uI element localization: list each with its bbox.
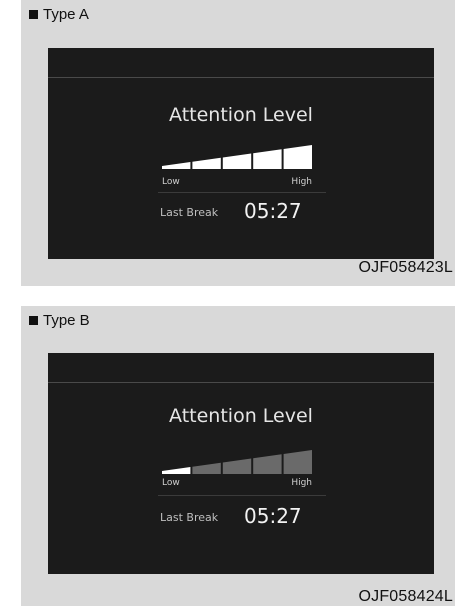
attention-level-segment bbox=[222, 458, 252, 474]
attention-level-bar bbox=[162, 450, 312, 474]
figure-code: OJF058424L bbox=[358, 588, 453, 605]
last-break-time: 05:27 bbox=[244, 504, 302, 528]
display-divider bbox=[158, 192, 326, 193]
attention-level-segment bbox=[162, 162, 191, 169]
panel-separator bbox=[21, 286, 455, 306]
attention-level-segment bbox=[283, 450, 312, 474]
attention-level-segment bbox=[192, 462, 221, 474]
attention-level-segment bbox=[192, 157, 221, 169]
attention-level-title: Attention Level bbox=[169, 104, 313, 126]
last-break-label: Last Break bbox=[160, 511, 219, 524]
attention-level-segment bbox=[162, 467, 191, 474]
low-label: Low bbox=[162, 478, 180, 488]
last-break-time: 05:27 bbox=[244, 199, 302, 223]
attention-level-segment bbox=[283, 145, 312, 169]
attention-level-segment bbox=[253, 454, 282, 474]
type-b-panel: Type B Attention Level Low High Last Bre… bbox=[21, 306, 455, 606]
high-label: High bbox=[291, 177, 312, 187]
attention-level-title: Attention Level bbox=[169, 405, 313, 427]
attention-level-segment bbox=[253, 149, 282, 169]
figure-code: OJF058423L bbox=[358, 259, 453, 276]
type-a-panel: Type A Attention Level Low High Last Bre… bbox=[21, 0, 455, 286]
last-break-row: Last Break 05:27 bbox=[160, 504, 330, 528]
high-label: High bbox=[291, 478, 312, 488]
type-a-label: Type A bbox=[43, 6, 89, 23]
display-divider bbox=[158, 495, 326, 496]
attention-level-segment bbox=[222, 153, 252, 169]
display-top-divider bbox=[48, 77, 434, 78]
attention-level-bar bbox=[162, 145, 312, 169]
type-b-label: Type B bbox=[43, 312, 90, 329]
cluster-display: Attention Level Low High Last Break 05:2… bbox=[48, 353, 434, 574]
last-break-label: Last Break bbox=[160, 206, 219, 219]
cluster-display: Attention Level Low High Last Break 05:2… bbox=[48, 48, 434, 259]
last-break-row: Last Break 05:27 bbox=[160, 199, 330, 223]
low-label: Low bbox=[162, 177, 180, 187]
display-top-divider bbox=[48, 382, 434, 383]
type-b-heading: Type B bbox=[29, 312, 90, 329]
square-bullet-icon bbox=[29, 316, 38, 325]
type-a-heading: Type A bbox=[29, 6, 89, 23]
square-bullet-icon bbox=[29, 10, 38, 19]
